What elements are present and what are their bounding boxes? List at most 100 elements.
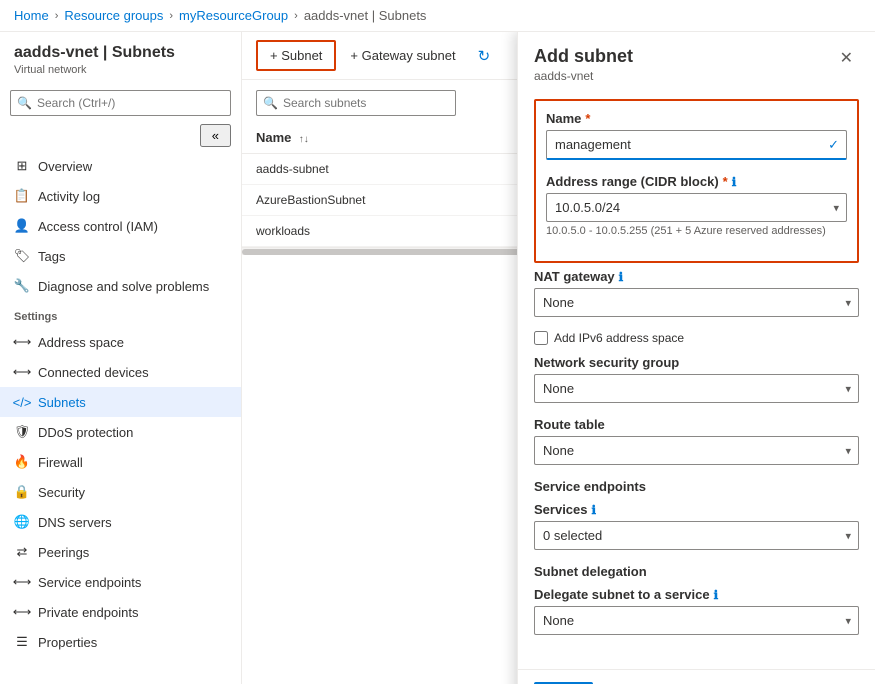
cell-name: aadds-subnet bbox=[242, 154, 560, 185]
refresh-button[interactable]: ↻ bbox=[470, 41, 499, 71]
peering-icon: ⇄ bbox=[14, 544, 30, 560]
sidebar-item-activity-log[interactable]: 📋 Activity log bbox=[0, 181, 241, 211]
private-icon: ⟷ bbox=[14, 604, 30, 620]
sidebar-item-label: Activity log bbox=[38, 189, 100, 204]
sidebar-item-label: Peerings bbox=[38, 545, 89, 560]
services-select[interactable]: 0 selected bbox=[534, 521, 859, 550]
address-range-field-group: Address range (CIDR block) * ℹ ▾ 10.0.5.… bbox=[546, 174, 847, 237]
delegate-subnet-label: Delegate subnet to a service ℹ bbox=[534, 587, 859, 602]
check-icon: ✓ bbox=[828, 137, 839, 153]
sidebar-title: aadds-vnet | Subnets bbox=[14, 44, 227, 62]
sidebar-search-wrap: 🔍 bbox=[10, 90, 231, 116]
address-range-label: Address range (CIDR block) * ℹ bbox=[546, 174, 847, 189]
sidebar-item-security[interactable]: 🔒 Security bbox=[0, 477, 241, 507]
sidebar-item-subnets[interactable]: </> Subnets bbox=[0, 387, 241, 417]
sidebar-item-label: Address space bbox=[38, 335, 124, 350]
delegate-subnet-group: Delegate subnet to a service ℹ None ▾ bbox=[534, 587, 859, 635]
ipv6-label: Add IPv6 address space bbox=[554, 331, 684, 345]
info-icon[interactable]: ℹ bbox=[732, 175, 737, 189]
sidebar-subtitle: Virtual network bbox=[14, 64, 227, 76]
cell-name: workloads bbox=[242, 216, 560, 247]
tag-icon: 🏷 bbox=[14, 248, 30, 264]
sidebar-item-label: Properties bbox=[38, 635, 97, 650]
sidebar-item-diagnose[interactable]: 🔧 Diagnose and solve problems bbox=[0, 271, 241, 301]
breadcrumb-my-resource-group[interactable]: myResourceGroup bbox=[179, 8, 288, 23]
sidebar-item-ddos[interactable]: 🛡 DDoS protection bbox=[0, 417, 241, 447]
sidebar-item-label: Private endpoints bbox=[38, 605, 138, 620]
sidebar-item-private-endpoints[interactable]: ⟷ Private endpoints bbox=[0, 597, 241, 627]
table-search-input[interactable] bbox=[256, 90, 456, 116]
panel-title: Add subnet bbox=[534, 46, 633, 67]
iam-icon: 👤 bbox=[14, 218, 30, 234]
nsg-group: Network security group None ▾ bbox=[534, 355, 859, 403]
name-label: Name * bbox=[546, 111, 847, 126]
highlighted-fields: Name * ✓ Address range (CIDR block) * ℹ bbox=[534, 99, 859, 263]
sidebar-item-connected-devices[interactable]: ⟷ Connected devices bbox=[0, 357, 241, 387]
route-table-group: Route table None ▾ bbox=[534, 417, 859, 465]
sidebar-item-label: Access control (IAM) bbox=[38, 219, 158, 234]
sidebar-item-label: Security bbox=[38, 485, 85, 500]
add-subnet-label: + Subnet bbox=[270, 48, 322, 63]
name-field-group: Name * ✓ bbox=[546, 111, 847, 160]
sidebar-item-tags[interactable]: 🏷 Tags bbox=[0, 241, 241, 271]
address-range-input[interactable] bbox=[546, 193, 847, 222]
sidebar-item-firewall[interactable]: 🔥 Firewall bbox=[0, 447, 241, 477]
nat-gateway-label: NAT gateway ℹ bbox=[534, 269, 859, 284]
services-group: Services ℹ 0 selected ▾ bbox=[534, 502, 859, 550]
overview-icon: ⊞ bbox=[14, 158, 30, 174]
nsg-select[interactable]: None bbox=[534, 374, 859, 403]
name-input[interactable] bbox=[546, 130, 847, 160]
subnet-delegation-label: Subnet delegation bbox=[534, 564, 859, 579]
ddos-icon: 🛡 bbox=[14, 424, 30, 440]
info-icon[interactable]: ℹ bbox=[592, 503, 597, 517]
add-subnet-button[interactable]: + Subnet bbox=[256, 40, 336, 71]
panel-footer: OK bbox=[518, 669, 875, 684]
sidebar-item-label: Diagnose and solve problems bbox=[38, 279, 209, 294]
panel-header: Add subnet aadds-vnet ✕ bbox=[518, 32, 875, 89]
sidebar-item-dns[interactable]: 🌐 DNS servers bbox=[0, 507, 241, 537]
collapse-button[interactable]: « bbox=[200, 124, 231, 147]
service-endpoints-label: Service endpoints bbox=[534, 479, 859, 494]
security-icon: 🔒 bbox=[14, 484, 30, 500]
sidebar-item-access-control[interactable]: 👤 Access control (IAM) bbox=[0, 211, 241, 241]
breadcrumb-resource-groups[interactable]: Resource groups bbox=[64, 8, 163, 23]
nsg-label: Network security group bbox=[534, 355, 859, 370]
sidebar-item-label: DNS servers bbox=[38, 515, 112, 530]
endpoint-icon: ⟷ bbox=[14, 574, 30, 590]
sort-icon: ↑↓ bbox=[299, 134, 309, 145]
gateway-subnet-button[interactable]: + Gateway subnet bbox=[338, 42, 467, 69]
sidebar-item-label: Connected devices bbox=[38, 365, 149, 380]
info-icon[interactable]: ℹ bbox=[714, 588, 719, 602]
settings-label: Settings bbox=[0, 301, 241, 327]
sidebar-item-overview[interactable]: ⊞ Overview bbox=[0, 151, 241, 181]
sidebar-item-label: Subnets bbox=[38, 395, 86, 410]
nat-gateway-select[interactable]: None bbox=[534, 288, 859, 317]
panel-close-button[interactable]: ✕ bbox=[834, 46, 859, 70]
search-input[interactable] bbox=[10, 90, 231, 116]
sidebar-item-properties[interactable]: ☰ Properties bbox=[0, 627, 241, 657]
diagnose-icon: 🔧 bbox=[14, 278, 30, 294]
dns-icon: 🌐 bbox=[14, 514, 30, 530]
breadcrumb: Home › Resource groups › myResourceGroup… bbox=[0, 0, 875, 32]
search-icon: 🔍 bbox=[17, 96, 32, 110]
breadcrumb-home[interactable]: Home bbox=[14, 8, 49, 23]
sidebar-item-label: Tags bbox=[38, 249, 65, 264]
ipv6-checkbox-row: Add IPv6 address space bbox=[534, 331, 859, 345]
sidebar-item-label: DDoS protection bbox=[38, 425, 133, 440]
activity-log-icon: 📋 bbox=[14, 188, 30, 204]
route-table-select[interactable]: None bbox=[534, 436, 859, 465]
sidebar-item-service-endpoints[interactable]: ⟷ Service endpoints bbox=[0, 567, 241, 597]
breadcrumb-current: aadds-vnet | Subnets bbox=[304, 8, 427, 23]
sidebar-item-address-space[interactable]: ⟷ Address space bbox=[0, 327, 241, 357]
info-icon[interactable]: ℹ bbox=[619, 270, 624, 284]
table-search-icon: 🔍 bbox=[263, 96, 278, 110]
devices-icon: ⟷ bbox=[14, 364, 30, 380]
delegate-subnet-select[interactable]: None bbox=[534, 606, 859, 635]
properties-icon: ☰ bbox=[14, 634, 30, 650]
sidebar-item-label: Service endpoints bbox=[38, 575, 141, 590]
firewall-icon: 🔥 bbox=[14, 454, 30, 470]
ipv6-checkbox[interactable] bbox=[534, 331, 548, 345]
cell-name: AzureBastionSubnet bbox=[242, 185, 560, 216]
nat-gateway-group: NAT gateway ℹ None ▾ bbox=[534, 269, 859, 317]
sidebar-item-peerings[interactable]: ⇄ Peerings bbox=[0, 537, 241, 567]
